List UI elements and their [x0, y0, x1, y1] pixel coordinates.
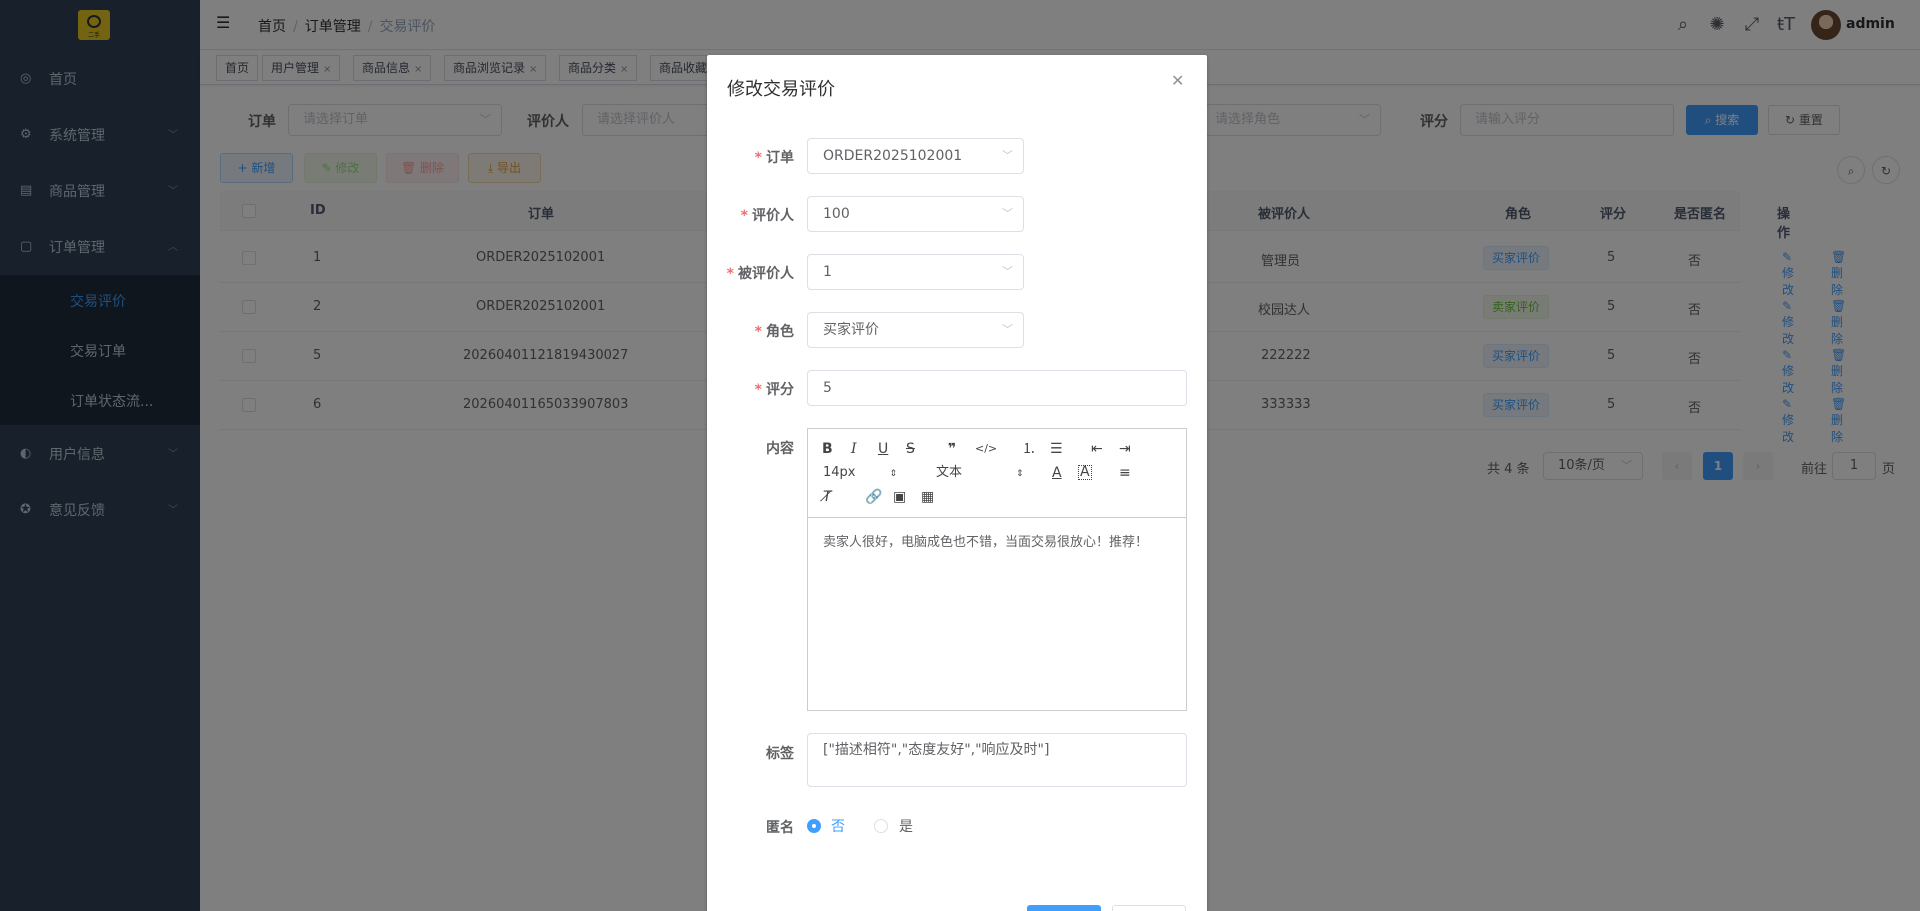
order-label: * 订单: [754, 150, 794, 166]
strike-icon[interactable]: S: [906, 441, 915, 457]
indent-icon[interactable]: ⇥: [1119, 441, 1131, 457]
reviewee-label: * 被评价人: [726, 266, 794, 282]
select-value: 14px: [823, 465, 856, 480]
role-select[interactable]: 买家评价 ﹀: [807, 312, 1024, 348]
bullet-list-icon[interactable]: ☰: [1050, 441, 1063, 457]
role-label: * 角色: [754, 324, 794, 340]
background-color-icon[interactable]: A: [1078, 465, 1092, 480]
confirm-button[interactable]: [1027, 905, 1101, 911]
clear-format-icon[interactable]: T̸: [823, 489, 832, 505]
outdent-icon[interactable]: ⇤: [1091, 441, 1103, 457]
updown-icon: ⇕: [1016, 469, 1024, 479]
italic-icon[interactable]: I: [851, 441, 857, 457]
dialog-title: 修改交易评价: [727, 79, 835, 100]
editor-toolbar: B I U S ❞ </> ⒈ ☰ ⇤ ⇥ 14px ⇕ 文本 ⇕ A A ≡ T̸…: [808, 429, 1186, 518]
score-label: * 评分: [754, 382, 794, 398]
font-size-select[interactable]: 14px ⇕: [823, 465, 897, 482]
video-icon[interactable]: ▦: [921, 489, 934, 505]
reviewer-label: * 评价人: [740, 208, 794, 224]
select-value: 100: [823, 206, 850, 222]
editor-content[interactable]: 卖家人很好，电脑成色也不错，当面交易很放心！推荐！: [823, 531, 1148, 550]
anonymous-yes-label[interactable]: 是: [899, 816, 913, 836]
chevron-down-icon: ﹀: [1002, 207, 1013, 220]
text-color-icon[interactable]: A: [1052, 465, 1062, 481]
anonymous-label: 匿名: [766, 820, 794, 836]
underline-icon[interactable]: U: [878, 441, 888, 457]
order-select[interactable]: ORDER2025102001 ﹀: [807, 138, 1024, 174]
reviewee-select[interactable]: 1 ﹀: [807, 254, 1024, 290]
close-icon[interactable]: ✕: [1171, 71, 1184, 90]
chevron-down-icon: ﹀: [1002, 323, 1013, 336]
image-icon[interactable]: ▣: [893, 489, 906, 505]
anonymous-yes-radio[interactable]: [874, 819, 888, 833]
bold-icon[interactable]: B: [822, 441, 833, 457]
header-select[interactable]: 文本 ⇕: [936, 465, 1024, 482]
tags-label: 标签: [766, 746, 794, 762]
ordered-list-icon[interactable]: ⒈: [1022, 441, 1036, 457]
tags-textarea[interactable]: ["描述相符","态度友好","响应及时"]: [807, 733, 1187, 787]
chevron-down-icon: ﹀: [1002, 265, 1013, 278]
align-icon[interactable]: ≡: [1119, 465, 1131, 481]
link-icon[interactable]: 🔗: [865, 489, 882, 505]
select-value: ORDER2025102001: [823, 148, 963, 164]
select-value: 文本: [936, 465, 963, 480]
chevron-down-icon: ﹀: [1002, 149, 1013, 162]
blockquote-icon[interactable]: ❞: [948, 441, 956, 457]
reviewer-select[interactable]: 100 ﹀: [807, 196, 1024, 232]
cancel-button[interactable]: [1112, 905, 1186, 911]
code-block-icon[interactable]: </>: [975, 441, 997, 457]
select-value: 买家评价: [823, 322, 879, 338]
score-input[interactable]: 5: [807, 370, 1187, 406]
anonymous-no-label[interactable]: 否: [831, 816, 845, 836]
anonymous-no-radio[interactable]: [807, 819, 821, 833]
rich-text-editor: B I U S ❞ </> ⒈ ☰ ⇤ ⇥ 14px ⇕ 文本 ⇕ A A ≡ T̸…: [807, 428, 1187, 711]
content-label: 内容: [766, 441, 794, 457]
edit-review-dialog: 修改交易评价 ✕ * 订单 ORDER2025102001 ﹀ * 评价人 100 ﹀ …: [707, 55, 1207, 911]
updown-icon: ⇕: [889, 469, 898, 479]
select-value: 1: [823, 264, 832, 280]
